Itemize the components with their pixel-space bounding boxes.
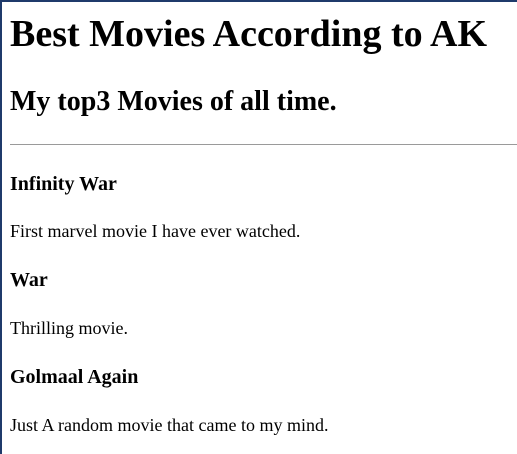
page-title: Best Movies According to AK — [10, 13, 488, 55]
horizontal-rule — [10, 144, 517, 145]
movie-description-infinity-war: First marvel movie I have ever watched. — [10, 221, 301, 241]
page-subtitle: My top3 Movies of all time. — [10, 86, 337, 117]
movie-description-war: Thrilling movie. — [10, 318, 128, 338]
movie-title-infinity-war: Infinity War — [10, 173, 117, 195]
movie-title-war: War — [10, 269, 48, 291]
movie-title-golmaal-again: Golmaal Again — [10, 366, 139, 388]
movie-description-golmaal-again: Just A random movie that came to my mind… — [10, 415, 329, 435]
window-frame-top — [0, 0, 517, 2]
window-frame-left — [0, 0, 2, 454]
